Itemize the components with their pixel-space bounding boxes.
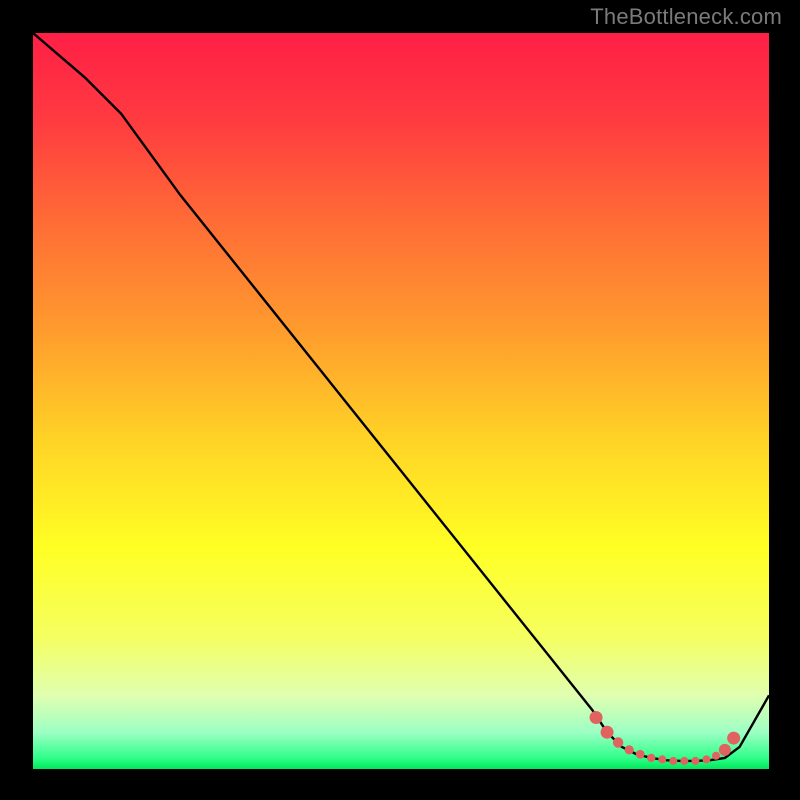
marker-point bbox=[680, 757, 688, 765]
marker-point bbox=[669, 757, 677, 765]
marker-point bbox=[712, 752, 720, 760]
plot-area bbox=[33, 33, 769, 769]
marker-point bbox=[613, 737, 623, 747]
marker-point bbox=[658, 755, 666, 763]
marker-point bbox=[702, 755, 710, 763]
marker-point bbox=[625, 745, 634, 754]
chart-container: TheBottleneck.com bbox=[0, 0, 800, 800]
watermark-text: TheBottleneck.com bbox=[590, 4, 782, 30]
marker-point bbox=[691, 757, 699, 765]
marker-point bbox=[636, 750, 645, 759]
chart-svg bbox=[33, 33, 769, 769]
marker-point bbox=[719, 744, 731, 756]
marker-point bbox=[590, 711, 603, 724]
marker-point bbox=[601, 726, 614, 739]
marker-point bbox=[727, 732, 740, 745]
marker-point bbox=[647, 754, 655, 762]
